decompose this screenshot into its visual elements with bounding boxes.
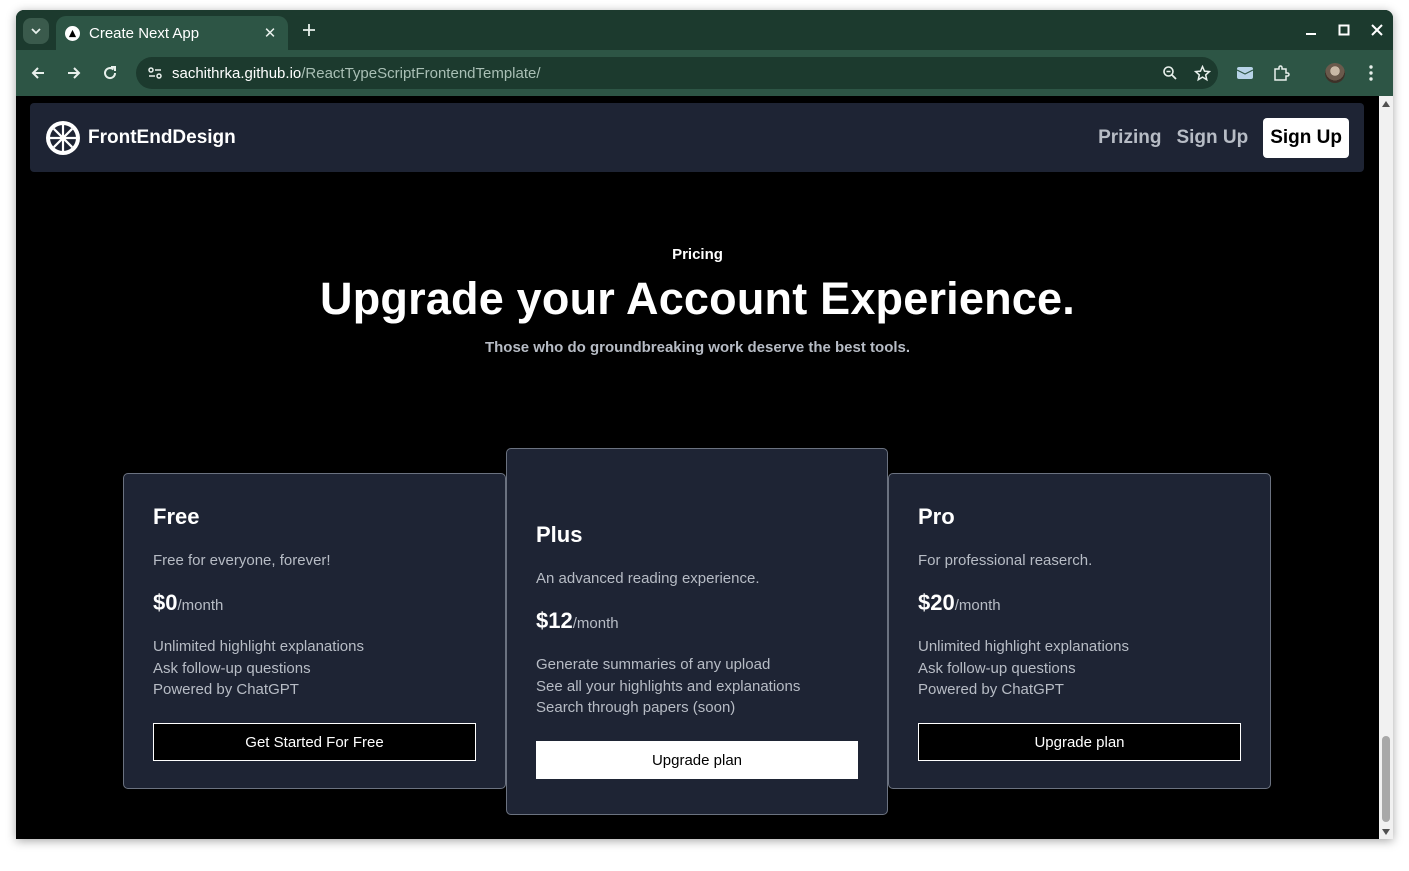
feature-list: Generate summaries of any upload See all… [536,654,800,719]
page-title: Upgrade your Account Experience. [320,273,1075,324]
list-item: Unlimited highlight explanations [153,638,364,655]
feature-list: Unlimited highlight explanations Ask fol… [918,636,1129,701]
page-subtitle: Those who do groundbreaking work deserve… [484,339,911,356]
plan-price: $12/month [536,608,619,634]
pricing-header: Pricing Upgrade your Account Experience.… [16,246,1379,356]
new-tab-icon[interactable] [298,19,320,41]
nav-link-prizing[interactable]: Prizing [1098,127,1161,149]
plan-description: Free for everyone, forever! [153,552,331,569]
plan-name: Plus [536,522,583,547]
list-item: Generate summaries of any upload [536,656,771,673]
zoom-icon[interactable] [1154,57,1186,89]
url-path: /ReactTypeScriptFrontendTemplate/ [301,64,541,82]
tab-strip: Create Next App ✕ [16,10,1393,50]
plan-name: Pro [918,504,955,529]
page-viewport: FrontEndDesign Prizing Sign Up Sign Up P… [16,96,1393,839]
brand-name[interactable]: FrontEndDesign [88,127,236,149]
back-arrow-icon[interactable] [26,61,50,85]
profile-avatar[interactable] [1323,61,1347,85]
list-item: See all your highlights and explanations [536,677,801,695]
scroll-thumb[interactable] [1382,736,1390,822]
tab-title: Create Next App [89,24,200,42]
plan-price: $20/month [918,590,1001,616]
extension-icon[interactable] [1233,61,1257,85]
get-started-button[interactable]: Get Started For Free [153,723,476,761]
nav-links: Prizing Sign Up Sign Up [1083,117,1349,158]
browser-window: Create Next App ✕ sachithrka.github.io/R… [16,10,1393,839]
logo-icon[interactable] [45,120,81,156]
scroll-up-arrow-icon[interactable] [1382,101,1390,107]
plan-description: An advanced reading experience. [536,570,760,587]
list-item: Unlimited highlight explanations [918,638,1129,655]
plan-card-free: Free Free for everyone, forever! $0/mont… [123,473,506,789]
browser-tab[interactable]: Create Next App ✕ [56,16,288,50]
list-item: Ask follow-up questions [918,659,1076,677]
more-menu-icon[interactable] [1359,61,1383,85]
reload-icon[interactable] [98,61,122,85]
list-item: Powered by ChatGPT [153,681,299,698]
list-item: Powered by ChatGPT [918,681,1064,698]
window-controls [1294,10,1393,50]
browser-toolbar: sachithrka.github.io/ReactTypeScriptFron… [16,50,1393,96]
upgrade-plus-button[interactable]: Upgrade plan [536,741,858,779]
list-item: Search through papers (soon) [536,699,736,716]
minimize-icon[interactable] [1294,10,1327,50]
plan-card-pro: Pro For professional reaserch. $20/month… [888,473,1271,789]
close-window-icon[interactable] [1360,10,1393,50]
scroll-down-arrow-icon[interactable] [1382,829,1390,835]
price-amount: $12 [536,608,573,633]
close-tab-icon[interactable]: ✕ [262,24,278,42]
url-host: sachithrka.github.io [172,64,302,82]
plan-card-plus: Plus An advanced reading experience. $12… [506,448,888,815]
price-period: /month [572,615,619,632]
sign-up-button[interactable]: Sign Up [1263,117,1349,158]
plan-description: For professional reaserch. [918,552,1093,569]
url-text: sachithrka.github.io/ReactTypeScriptFron… [172,65,1154,82]
price-amount: $20 [918,590,955,615]
forward-arrow-icon[interactable] [62,61,86,85]
favicon-icon [65,25,80,41]
price-period: /month [954,597,1001,614]
site-navbar: FrontEndDesign Prizing Sign Up Sign Up [30,103,1364,172]
maximize-icon[interactable] [1327,10,1360,50]
bookmark-star-icon[interactable] [1186,57,1218,89]
section-eyebrow: Pricing [672,246,723,263]
nav-link-sign-up[interactable]: Sign Up [1176,127,1248,149]
upgrade-pro-button[interactable]: Upgrade plan [918,723,1241,761]
site-info-icon[interactable] [144,62,166,84]
chevron-down-icon [31,28,41,35]
page-scrollbar[interactable] [1379,96,1393,839]
feature-list: Unlimited highlight explanations Ask fol… [153,636,364,701]
price-period: /month [177,597,224,614]
puzzle-icon[interactable] [1269,61,1293,85]
address-bar[interactable]: sachithrka.github.io/ReactTypeScriptFron… [136,57,1218,89]
plan-price: $0/month [153,590,223,616]
list-item: Ask follow-up questions [153,659,311,677]
plan-name: Free [153,504,200,529]
avatar [1325,63,1345,83]
tab-search-button[interactable] [23,18,49,44]
price-amount: $0 [153,590,178,615]
